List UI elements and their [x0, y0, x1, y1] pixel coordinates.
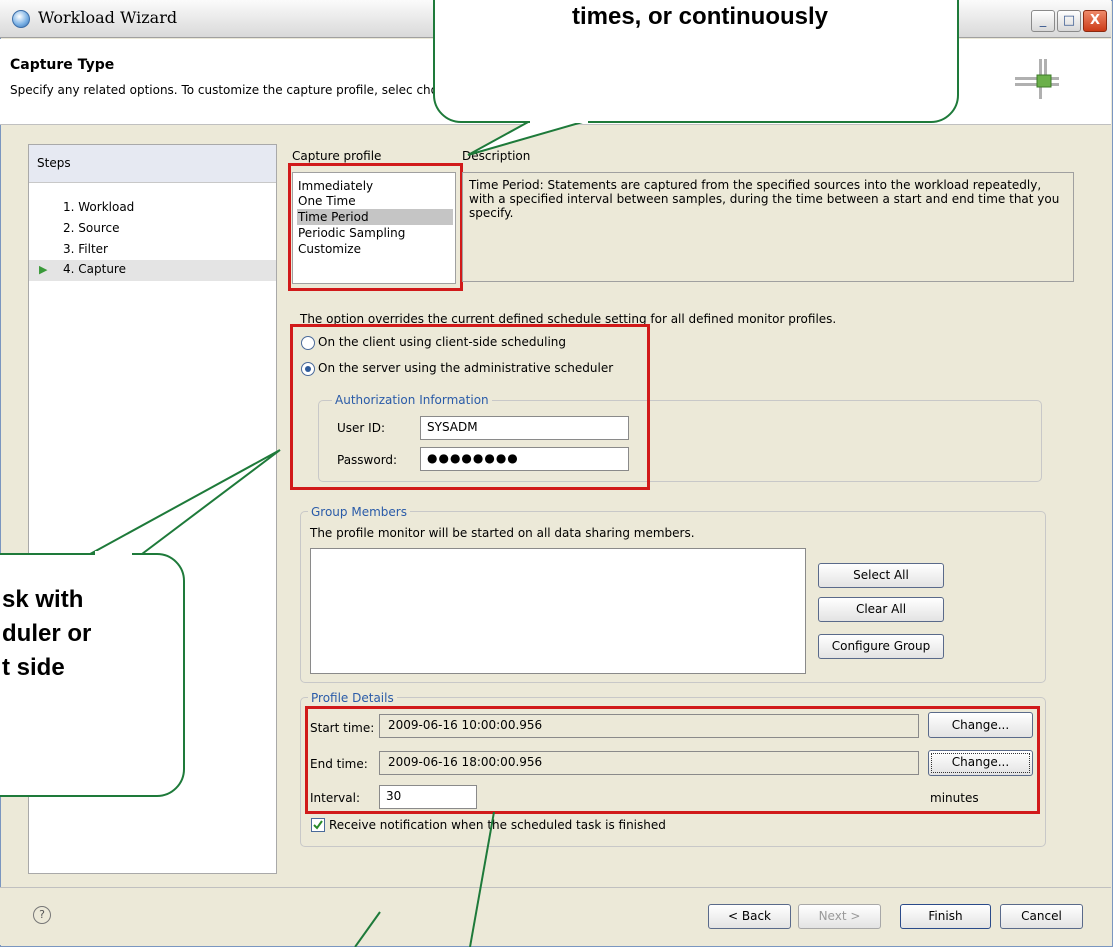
callout-pointers — [88, 120, 587, 947]
left-callout-text: sk with duler or t side — [2, 586, 92, 681]
top-callout: times, or continuously — [433, 0, 959, 123]
left-callout: sk with duler or t side — [0, 553, 185, 797]
top-callout-text: times, or continuously — [571, 3, 829, 30]
